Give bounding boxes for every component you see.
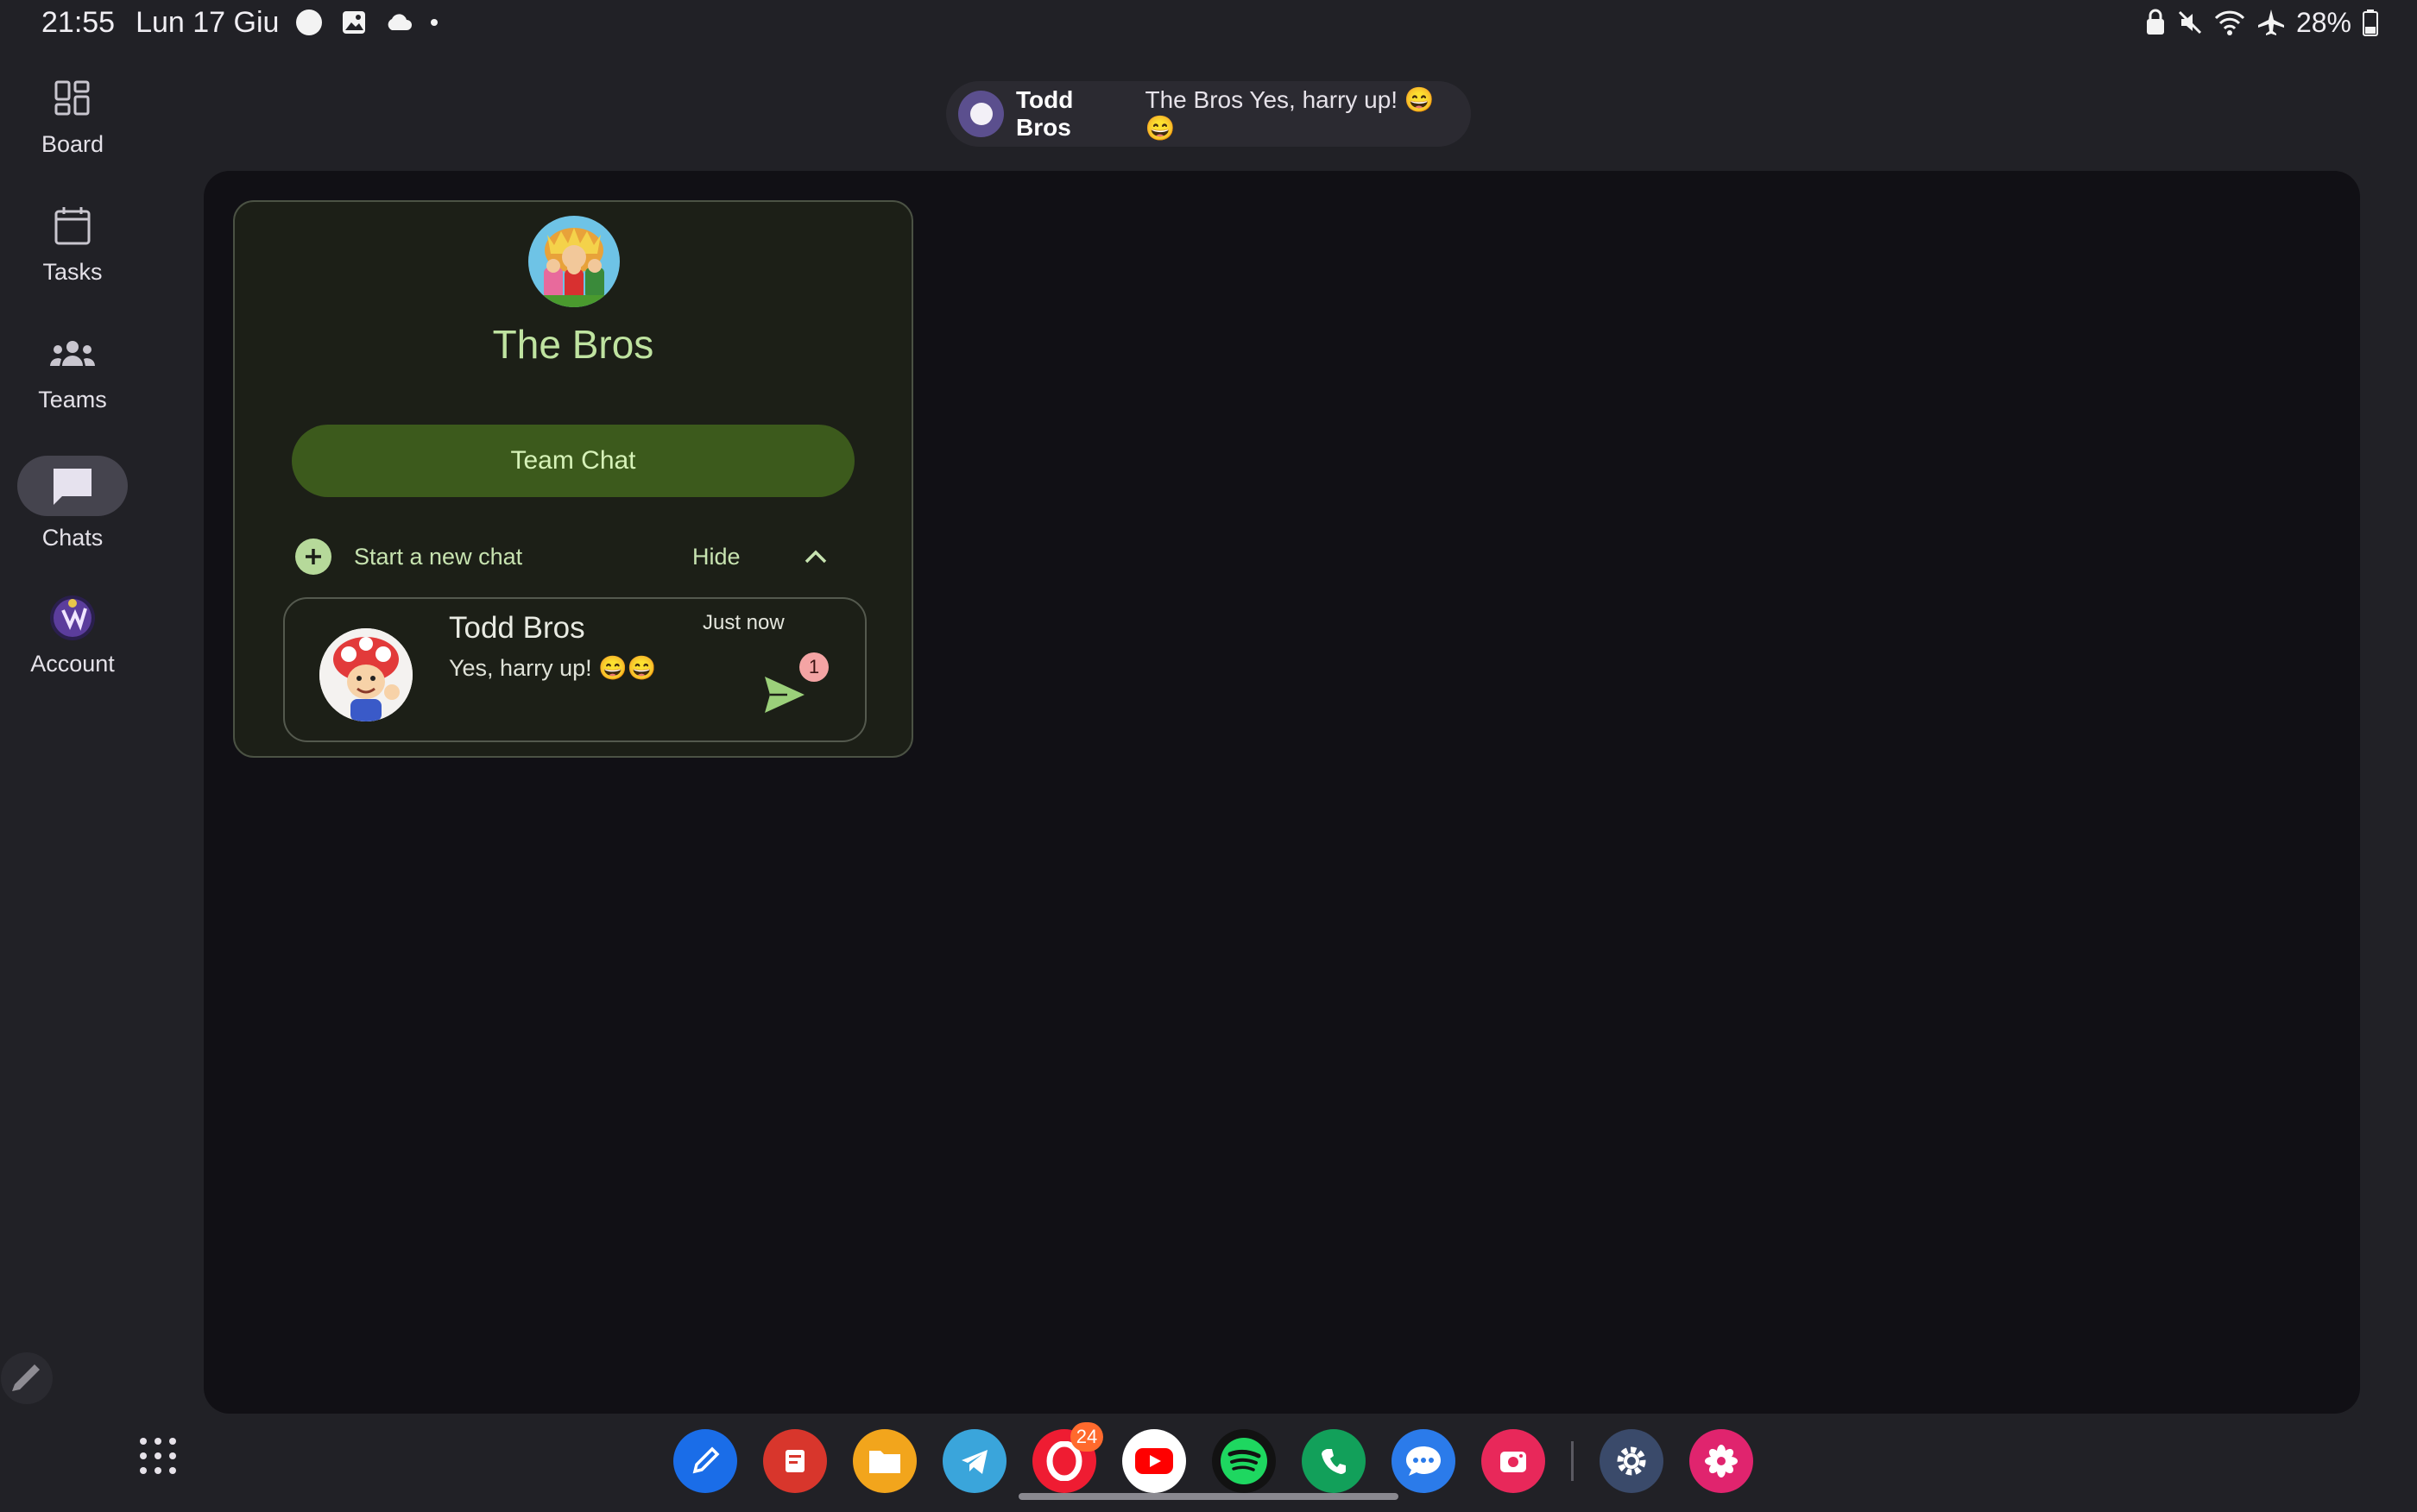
team-avatar (528, 216, 620, 307)
chat-last-message: Yes, harry up! 😄😄 (449, 655, 657, 681)
app-dock: 24 (673, 1422, 1753, 1493)
pen-app-icon[interactable] (673, 1429, 737, 1493)
mute-icon (2178, 10, 2202, 35)
app-drawer-icon[interactable] (136, 1434, 180, 1477)
phone-app-icon[interactable] (1302, 1429, 1366, 1493)
youtube-app-icon[interactable] (1122, 1429, 1186, 1493)
status-bar-right: 28% (2144, 3, 2379, 41)
nav-item-account[interactable]: Account (0, 594, 145, 677)
opera-notification-badge: 24 (1070, 1422, 1103, 1452)
nav-label-chats: Chats (41, 525, 104, 551)
battery-icon (2363, 9, 2378, 36)
board-icon (48, 74, 97, 123)
nav-label-teams: Teams (38, 387, 107, 413)
nav-item-teams[interactable]: Teams (0, 330, 145, 413)
wifi-icon (2214, 10, 2245, 35)
chat-timestamp: Just now (703, 611, 785, 634)
calendar-icon (48, 202, 97, 250)
chat-contact-name: Todd Bros (449, 611, 585, 645)
image-icon (343, 11, 366, 34)
teams-icon (48, 330, 97, 378)
cloud-icon (388, 14, 413, 30)
settings-app-icon[interactable] (1600, 1429, 1663, 1493)
airplane-icon (2257, 9, 2284, 35)
dock-separator (1571, 1441, 1574, 1481)
nav-label-board: Board (41, 131, 104, 157)
chevron-up-icon[interactable] (796, 537, 836, 576)
opera-app-icon[interactable]: 24 (1032, 1422, 1103, 1493)
status-time: 21:55 (41, 5, 116, 39)
status-date: Lun 17 Giu (136, 5, 280, 39)
notification-text: The Bros Yes, harry up! 😄😄 (1145, 86, 1435, 142)
notification-sender: Todd Bros (1016, 86, 1074, 141)
files-app-icon[interactable] (853, 1429, 917, 1493)
start-new-chat-button[interactable]: Start a new chat (295, 535, 522, 578)
screen-recorder-app-icon[interactable] (1481, 1429, 1545, 1493)
blossom-app-icon[interactable] (1689, 1429, 1753, 1493)
edit-pencil-icon[interactable] (0, 1351, 54, 1405)
circle-icon (296, 9, 323, 35)
plus-icon (295, 539, 331, 575)
start-new-chat-label: Start a new chat (354, 543, 523, 570)
spotify-app-icon[interactable] (1212, 1429, 1276, 1493)
messages-app-icon[interactable] (1392, 1429, 1455, 1493)
hide-button[interactable]: Hide (692, 535, 741, 578)
nav-item-tasks[interactable]: Tasks (0, 202, 145, 286)
dot-icon (431, 19, 439, 26)
notification-avatar (958, 91, 1005, 137)
chat-list-item[interactable]: Todd Bros Yes, harry up! 😄😄 Just now 1 (283, 597, 867, 742)
chat-avatar (319, 628, 413, 721)
battery-level: 28% (2295, 6, 2351, 38)
send-icon (765, 677, 805, 713)
telegram-app-icon[interactable] (943, 1429, 1007, 1493)
nav-label-account: Account (30, 651, 115, 677)
nav-item-chats[interactable]: Chats (0, 456, 145, 551)
team-name: The Bros (492, 322, 654, 367)
lock-icon (2146, 9, 2164, 35)
home-indicator-bar[interactable] (1019, 1493, 1398, 1500)
nav-label-tasks: Tasks (42, 259, 103, 285)
account-avatar-icon (48, 594, 97, 642)
team-chat-button[interactable]: Team Chat (292, 425, 855, 497)
unread-badge: 1 (799, 652, 829, 682)
nav-item-board[interactable]: Board (0, 74, 145, 158)
team-card: The Bros Team Chat Start a new chat Hide (233, 200, 913, 758)
notes-app-icon[interactable] (763, 1429, 827, 1493)
chat-icon (17, 456, 128, 516)
status-bar-left: 21:55 Lun 17 Giu (41, 3, 439, 41)
notification-pill[interactable]: Todd Bros The Bros Yes, harry up! 😄😄 (946, 81, 1471, 147)
